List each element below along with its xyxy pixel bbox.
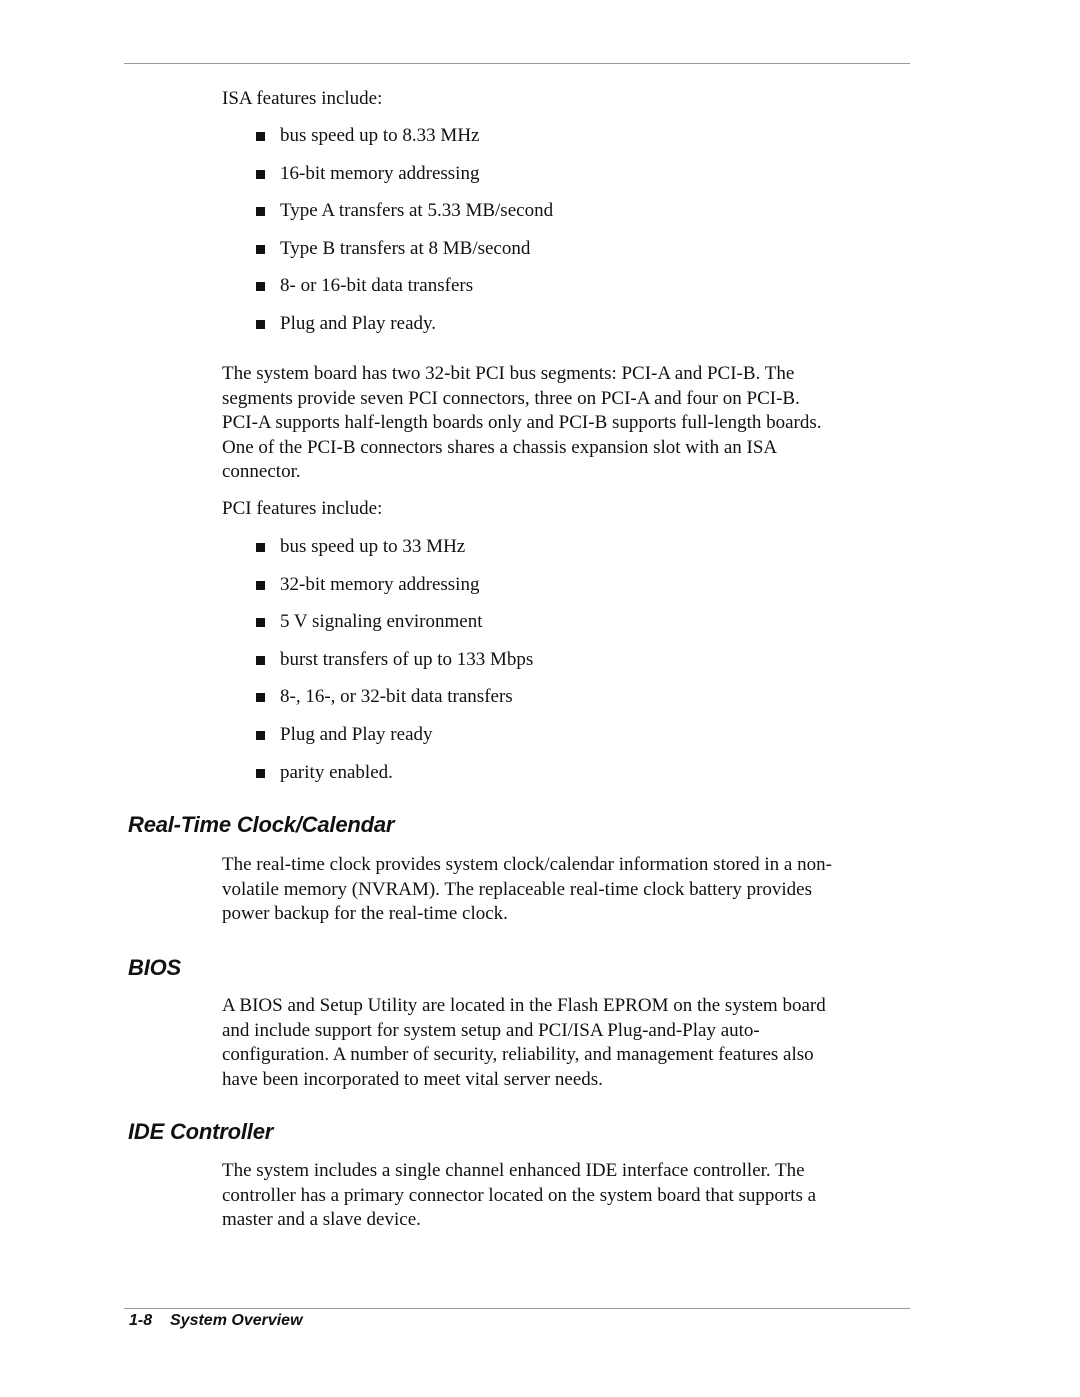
- section-heading-bios: BIOS: [128, 955, 181, 980]
- isa-feature-list: bus speed up to 8.33 MHz 16-bit memory a…: [256, 124, 553, 350]
- bullet-square-icon: [256, 319, 265, 329]
- ide-controller-paragraph: The system includes a single channel enh…: [222, 1160, 817, 1230]
- section-heading-real-time-clock: Real-Time Clock/Calendar: [128, 812, 395, 837]
- section-heading-ide-controller: IDE Controller: [128, 1119, 274, 1144]
- header-rule: [124, 63, 910, 64]
- list-item: 32-bit memory addressing: [256, 573, 533, 611]
- list-item: 8- or 16-bit data transfers: [256, 274, 553, 312]
- pci-intro: PCI features include:: [222, 498, 383, 519]
- bios-paragraph: A BIOS and Setup Utility are located in …: [222, 995, 826, 1090]
- list-item: 8-, 16-, or 32-bit data transfers: [256, 685, 533, 723]
- bullet-square-icon: [256, 282, 265, 292]
- page-number: 1-8: [129, 1312, 153, 1329]
- bullet-square-icon: [256, 543, 265, 552]
- bullet-square-icon: [256, 132, 265, 141]
- page-footer: 1-8 System Overview: [129, 1312, 303, 1330]
- pci-paragraph: The system board has two 32-bit PCI bus …: [222, 363, 822, 482]
- list-item: Plug and Play ready.: [256, 312, 553, 350]
- bullet-square-icon: [256, 655, 265, 665]
- bullet-square-icon: [256, 693, 265, 703]
- list-item: burst transfers of up to 133 Mbps: [256, 648, 533, 686]
- chapter-title: System Overview: [170, 1312, 303, 1329]
- bullet-square-icon: [256, 730, 265, 740]
- list-item: Type A transfers at 5.33 MB/second: [256, 199, 553, 237]
- bullet-square-icon: [256, 618, 265, 628]
- real-time-clock-paragraph: The real-time clock provides system cloc…: [222, 854, 832, 924]
- footer-rule: [124, 1308, 910, 1309]
- list-item: Type B transfers at 8 MB/second: [256, 237, 553, 275]
- list-item: Plug and Play ready: [256, 723, 533, 761]
- list-item: bus speed up to 33 MHz: [256, 535, 533, 573]
- list-item: parity enabled.: [256, 761, 533, 799]
- isa-intro: ISA features include:: [222, 88, 383, 109]
- bullet-square-icon: [256, 580, 265, 590]
- list-item: 16-bit memory addressing: [256, 162, 553, 200]
- pci-feature-list: bus speed up to 33 MHz 32-bit memory add…: [256, 535, 533, 798]
- bullet-square-icon: [256, 768, 265, 778]
- bullet-square-icon: [256, 244, 265, 254]
- bullet-square-icon: [256, 169, 265, 179]
- bullet-square-icon: [256, 207, 265, 217]
- list-item: 5 V signaling environment: [256, 610, 533, 648]
- list-item: bus speed up to 8.33 MHz: [256, 124, 553, 162]
